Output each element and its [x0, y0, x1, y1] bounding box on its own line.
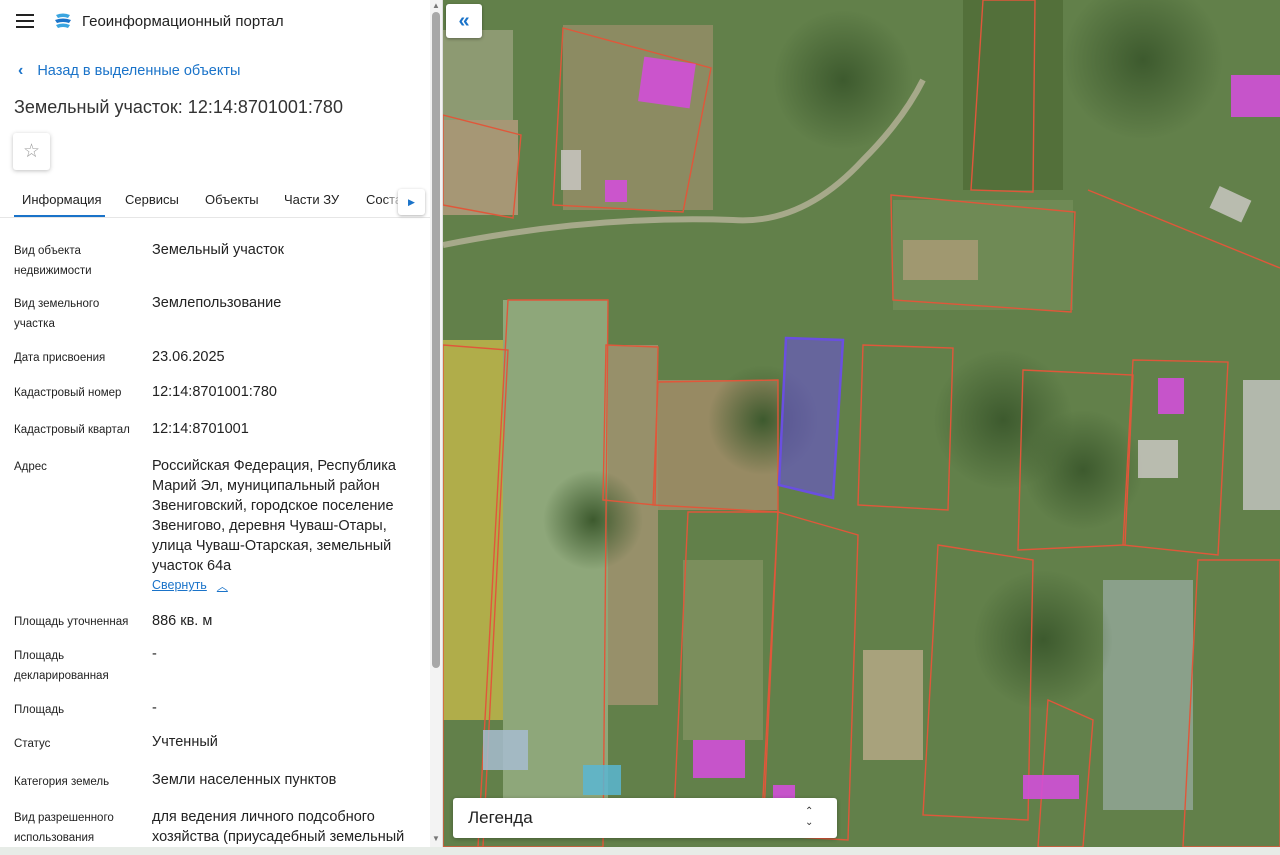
property-label: Категория земель	[14, 776, 110, 788]
hamburger-icon[interactable]	[16, 14, 34, 28]
collapse-link-label: Свернуть	[152, 578, 207, 592]
scroll-up-arrow-icon[interactable]: ▲	[432, 1, 440, 10]
tab-bar: Информация Сервисы Объекты Части ЗУ Сост…	[0, 182, 430, 218]
property-value: 23.06.2025	[152, 349, 225, 365]
sort-arrows-icon: ⌃ ⌄	[805, 806, 814, 828]
tab-services[interactable]: Сервисы	[125, 192, 179, 207]
property-value: 886 кв. м	[152, 613, 213, 629]
double-chevron-left-icon: «	[458, 9, 470, 32]
app-title: Геоинформационный портал	[82, 13, 284, 30]
active-tab-indicator	[14, 215, 105, 217]
star-icon: ☆	[22, 141, 41, 162]
property-value: Землепользование	[152, 295, 282, 311]
property-label: Площадь уточненная	[14, 616, 129, 628]
info-panel: Геоинформационный портал ‹ Назад в выдел…	[0, 0, 443, 847]
property-label: Статус	[14, 738, 51, 750]
collapse-panel-button[interactable]: «	[446, 4, 482, 38]
scrollbar-thumb[interactable]	[432, 12, 440, 668]
tab-scroll-right-button[interactable]: ▶	[398, 189, 425, 215]
scroll-down-arrow-icon[interactable]: ▼	[432, 834, 440, 843]
property-value: Земли населенных пунктов	[152, 772, 337, 788]
map-view[interactable]	[443, 0, 1280, 847]
object-title: Земельный участок: 12:14:8701001:780	[14, 97, 343, 117]
selected-parcel-polygon[interactable]	[777, 336, 845, 500]
satellite-imagery	[443, 0, 1280, 847]
favorite-button[interactable]: ☆	[13, 133, 50, 170]
legend-label: Легенда	[468, 808, 533, 827]
legend-dropdown[interactable]: Легенда ⌃ ⌄	[453, 798, 837, 838]
chevron-up-icon: ︿	[216, 581, 228, 593]
portal-logo-icon	[55, 13, 71, 28]
tab-information[interactable]: Информация	[22, 192, 102, 207]
property-value: 12:14:8701001:780	[152, 384, 277, 400]
property-label: Площадь	[14, 704, 65, 716]
address-value: Российская Федерация, Республика Марий Э…	[152, 458, 396, 574]
property-label: Дата присвоения	[14, 352, 106, 364]
collapse-address-link[interactable]: Свернуть ︿	[152, 578, 228, 594]
property-value: -	[152, 700, 157, 716]
taskbar-strip	[0, 847, 1280, 855]
back-link-label: Назад в выделенные объекты	[37, 63, 241, 79]
property-label: Вид разрешенного использования	[14, 812, 114, 844]
property-label: Адрес	[14, 461, 47, 473]
property-label: Кадастровый квартал	[14, 424, 130, 436]
chevron-right-icon: ▶	[408, 196, 415, 207]
property-value: Учтенный	[152, 734, 218, 750]
chevron-left-icon: ‹	[18, 62, 24, 79]
property-value: Земельный участок	[152, 242, 284, 258]
property-value: 12:14:8701001	[152, 421, 249, 437]
property-label: Площадь декларированная	[14, 650, 109, 682]
tab-parcel-parts[interactable]: Части ЗУ	[284, 192, 339, 207]
top-bar: Геоинформационный портал	[0, 0, 430, 44]
property-label: Вид объекта недвижимости	[14, 245, 92, 277]
property-value: -	[152, 646, 157, 662]
property-label: Кадастровый номер	[14, 387, 122, 399]
tab-objects[interactable]: Объекты	[205, 192, 259, 207]
property-value: для ведения личного подсобного хозяйства…	[152, 809, 405, 845]
property-label: Вид земельного участка	[14, 298, 100, 330]
back-to-selected-link[interactable]: ‹ Назад в выделенные объекты	[18, 62, 240, 80]
